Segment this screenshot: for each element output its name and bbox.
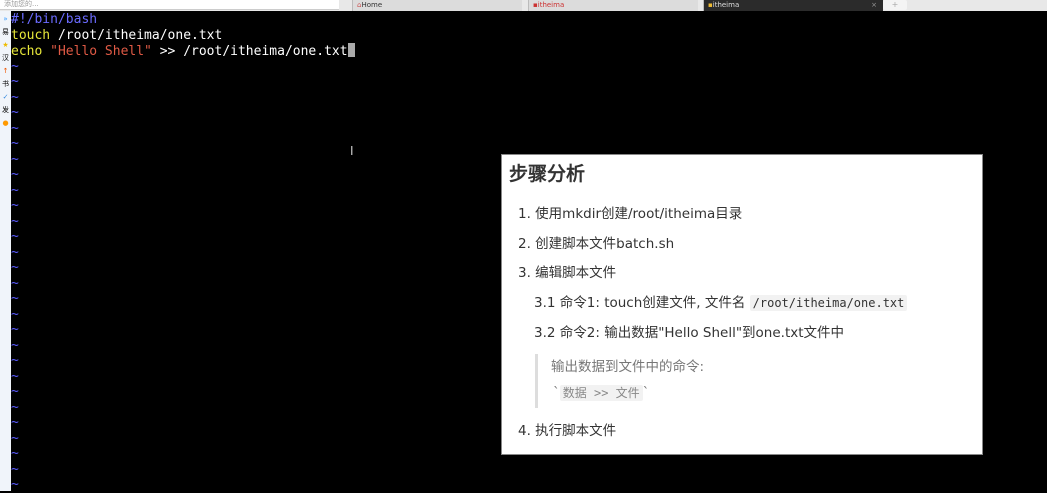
step-3: 3. 编辑脚本文件 <box>518 265 617 281</box>
command: echo <box>11 44 43 59</box>
empty-line-tilde: ~ <box>11 136 19 151</box>
step-3-1: 3.1 命令1: touch创建文件, 文件名 /root/itheima/on… <box>534 291 908 311</box>
string: "Hello Shell" <box>50 44 152 59</box>
shebang-line: #!/bin/bash <box>11 12 98 27</box>
slide-panel: 步骤分析 1. 使用mkdir创建/root/itheima目录 2. 创建脚本… <box>501 154 983 455</box>
browser-tab-bar: 添加您的... ⌂Home ▪itheima ▪itheima × + <box>0 0 1047 11</box>
new-tab-button[interactable]: + <box>883 0 907 10</box>
address-bar[interactable]: 添加您的... <box>0 0 339 10</box>
tab-home[interactable]: ⌂Home <box>352 0 522 11</box>
check-icon[interactable]: ✓ <box>0 93 11 101</box>
empty-line-tilde: ~ <box>11 461 19 477</box>
mouse-ibeam-icon: I <box>350 144 354 158</box>
tab-itheima-1[interactable]: ▪itheima <box>528 0 698 11</box>
empty-line-tilde: ~ <box>11 58 19 74</box>
close-tab-icon[interactable]: × <box>871 0 877 10</box>
empty-line-tilde: ~ <box>11 477 19 492</box>
sidebar-icon[interactable]: 发 <box>0 105 11 115</box>
argument: >> /root/itheima/one.txt <box>151 44 348 59</box>
tab-label: Home <box>361 1 383 9</box>
step-2: 2. 创建脚本文件batch.sh <box>518 236 675 252</box>
step-3-2: 3.2 命令2: 输出数据"Hello Shell"到one.txt文件中 <box>534 325 845 341</box>
quote-text: 输出数据到文件中的命令: <box>551 359 705 375</box>
empty-line-tilde: ~ <box>11 74 19 89</box>
tab-itheima-2[interactable]: ▪itheima × <box>703 0 883 11</box>
step-1: 1. 使用mkdir创建/root/itheima目录 <box>518 206 743 222</box>
arrow-icon[interactable]: ↑ <box>0 67 11 75</box>
empty-line-tilde: ~ <box>11 120 19 136</box>
blockquote-bar <box>535 354 538 408</box>
empty-line-tilde: ~ <box>11 89 19 105</box>
echo-line: echo "Hello Shell" >> /root/itheima/one.… <box>11 43 1047 59</box>
panel-title: 步骤分析 <box>509 163 586 185</box>
sidebar-icon[interactable]: 汉 <box>0 53 11 63</box>
command: touch <box>11 27 51 43</box>
cursor <box>347 43 355 57</box>
inline-code: 数据 >> 文件 <box>559 385 643 401</box>
sidebar-icon[interactable]: 书 <box>0 79 11 89</box>
sidebar: » 易 ★ 汉 ↑ 书 ✓ 发 ● <box>0 11 11 491</box>
dot-icon[interactable]: ● <box>0 119 11 127</box>
argument: /root/itheima/one.txt <box>50 27 223 43</box>
tab-label: itheima <box>537 1 565 9</box>
inline-code: /root/itheima/one.txt <box>749 295 908 311</box>
quote-code-line: ` 数据 >> 文件 ` <box>553 384 649 401</box>
tab-label: itheima <box>712 1 740 9</box>
step-text: 3.1 命令1: touch创建文件, 文件名 <box>534 295 750 311</box>
sidebar-icon[interactable]: 易 <box>0 27 11 37</box>
backtick: ` <box>553 385 560 401</box>
step-4: 4. 执行脚本文件 <box>518 423 617 439</box>
expand-icon[interactable]: » <box>0 15 11 23</box>
touch-line: touch /root/itheima/one.txt <box>11 28 1047 44</box>
star-icon[interactable]: ★ <box>0 41 11 49</box>
backtick: ` <box>642 385 650 401</box>
empty-line-tilde: ~ <box>11 105 19 120</box>
